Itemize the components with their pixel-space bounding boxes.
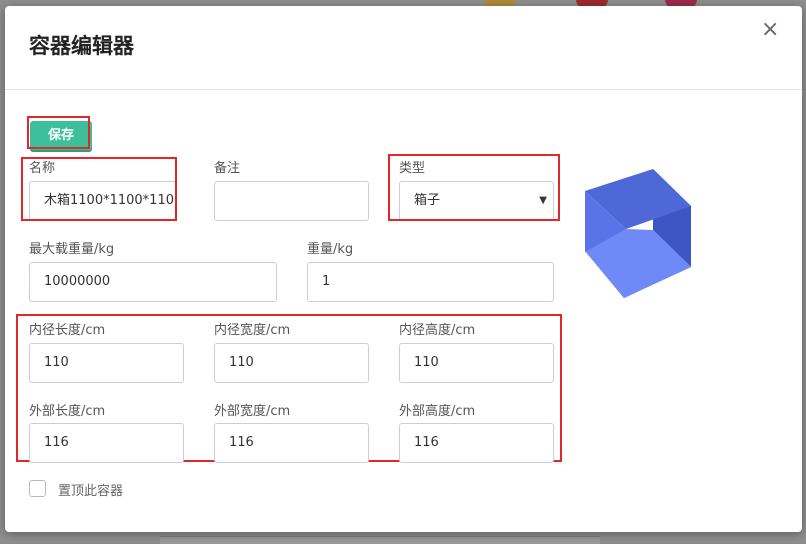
name-input[interactable]: 木箱1100*1100*1100 [29, 181, 177, 221]
inner-length-label: 内径长度/cm [29, 323, 106, 338]
close-icon[interactable]: × [761, 19, 779, 41]
weight-label: 重量/kg [307, 242, 354, 257]
name-label: 名称 [29, 161, 56, 176]
outer-width-label: 外部宽度/cm [214, 404, 291, 419]
outer-length-input[interactable]: 116 [29, 423, 184, 463]
remark-label: 备注 [214, 161, 241, 176]
cube-3d-icon [585, 169, 691, 298]
type-select-value: 箱子 [414, 193, 441, 208]
outer-width-input[interactable]: 116 [214, 423, 369, 463]
max-load-label: 最大载重量/kg [29, 242, 115, 257]
inner-width-input[interactable]: 110 [214, 343, 369, 383]
inner-length-input[interactable]: 110 [29, 343, 184, 383]
type-label: 类型 [399, 161, 426, 176]
inner-height-input[interactable]: 110 [399, 343, 554, 383]
modal-title: 容器编辑器 [29, 34, 134, 58]
outer-height-label: 外部高度/cm [399, 404, 476, 419]
container-editor-modal: 容器编辑器 × 保存 名称 木箱1100*1100*1100 备注 类型 箱子 … [5, 6, 802, 532]
modal-header: 容器编辑器 × [5, 6, 802, 90]
pin-top-label: 置顶此容器 [58, 484, 124, 499]
outer-length-label: 外部长度/cm [29, 404, 106, 419]
inner-height-label: 内径高度/cm [399, 323, 476, 338]
remark-input[interactable] [214, 181, 369, 221]
max-load-input[interactable]: 10000000 [29, 262, 277, 302]
type-select[interactable]: 箱子 ▼ [399, 181, 554, 221]
inner-width-label: 内径宽度/cm [214, 323, 291, 338]
save-button[interactable]: 保存 [30, 121, 92, 150]
pin-top-checkbox[interactable] [29, 480, 46, 497]
caret-down-icon: ▼ [539, 195, 547, 206]
outer-height-input[interactable]: 116 [399, 423, 554, 463]
weight-input[interactable]: 1 [307, 262, 554, 302]
